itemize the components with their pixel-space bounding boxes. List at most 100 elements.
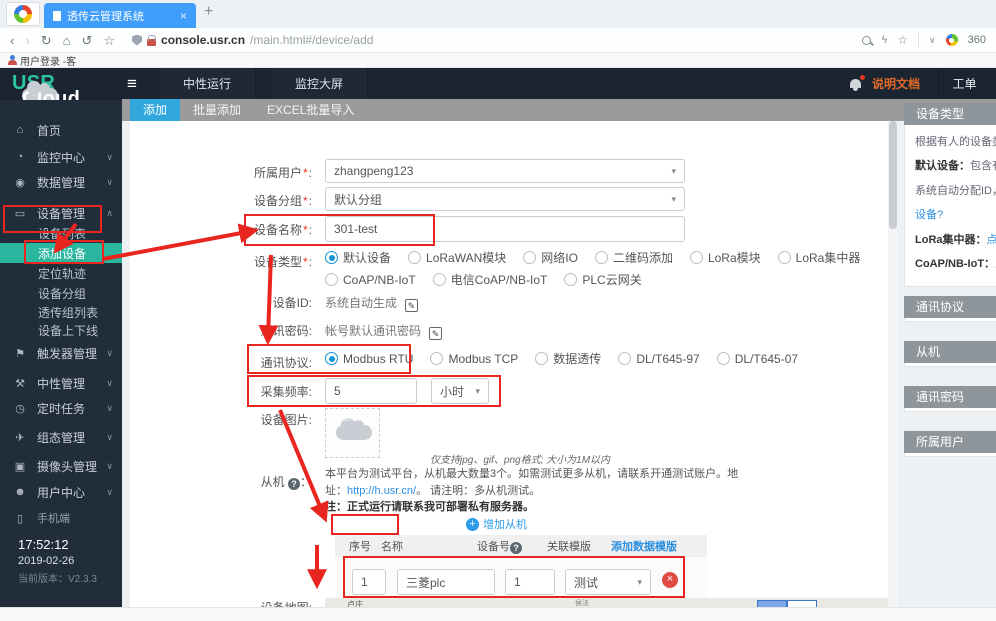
image-upload-box[interactable]: 透传云 [325, 408, 380, 458]
radio-telecom-coap-nbiot[interactable]: 电信CoAP/NB-IoT [433, 271, 548, 288]
sidebar-item-passthrough-group-list[interactable]: 透传组列表 [0, 302, 122, 322]
map-satellite-button[interactable] [787, 600, 817, 607]
undo-icon[interactable]: ↺ [81, 34, 92, 47]
sidebar-item-neutral-management[interactable]: ⚒中性管理∨ [0, 372, 122, 394]
freq-unit-select[interactable]: 小时▾ [431, 378, 489, 404]
radio-dlt645-07[interactable]: DL/T645-07 [717, 352, 798, 366]
help-icon[interactable]: ? [510, 542, 522, 554]
sidebar-item-device-management[interactable]: ▭设备管理∧ [0, 202, 122, 224]
device-name-input[interactable] [325, 216, 685, 242]
address-bar[interactable]: console.usr.cn/main.html#/device/add [132, 33, 373, 47]
sidebar-item-camera-management[interactable]: ▣摄像头管理∨ [0, 455, 122, 477]
tab-excel-import[interactable]: EXCEL批量导入 [254, 99, 367, 121]
radio-lora-gateway[interactable]: LoRa集中器 [778, 249, 861, 266]
tab-add[interactable]: 添加 [130, 99, 180, 121]
nav-monitor-screen[interactable]: 监控大屏 [270, 68, 368, 100]
radio-lorawan-module[interactable]: LoRaWAN模块 [408, 249, 506, 266]
sidebar-item-monitor-center[interactable]: ◔监控中心∨ [0, 146, 122, 168]
panel-header-device-type[interactable]: 设备类型 [904, 103, 996, 125]
sidebar-item-device-list[interactable]: 设备列表 [0, 223, 122, 243]
collect-freq-input[interactable] [325, 378, 417, 404]
tab-close-icon[interactable]: × [180, 9, 187, 23]
new-tab-button[interactable]: + [204, 3, 213, 21]
bookmark-star-icon[interactable]: ☆ [103, 34, 115, 47]
favorite-star-icon[interactable]: ☆ [897, 33, 908, 47]
help-icon[interactable]: ? [288, 478, 300, 490]
sidebar-item-user-center[interactable]: ☻用户中心∨ [0, 481, 122, 503]
forward-icon[interactable]: › [25, 34, 29, 47]
panel-section-owner[interactable]: 所属用户 [904, 431, 996, 457]
sidebar-item-add-device[interactable]: 添加设备 [0, 243, 122, 263]
sidebar-item-device-online-offline[interactable]: 设备上下线 [0, 320, 122, 340]
sidebar-item-device-group[interactable]: 设备分组 [0, 283, 122, 303]
menu-toggle-icon[interactable]: ≡ [127, 74, 137, 94]
delete-slave-button[interactable]: × [662, 572, 678, 588]
refresh-icon[interactable]: ↻ [41, 34, 52, 47]
lightning-icon[interactable]: ϟ [881, 34, 887, 46]
select-arrow-icon: ▾ [671, 194, 676, 205]
panel-section-comm-password[interactable]: 通讯密码 [904, 386, 996, 412]
bookmark-item[interactable]: 用户登录 -客 [20, 53, 76, 68]
search-360-label[interactable]: 360 [968, 34, 986, 46]
device-type-options-row1: 默认设备 LoRaWAN模块 网络IO 二维码添加 LoRa模块 LoRa集中器 [325, 249, 877, 266]
radio-network-io[interactable]: 网络IO [523, 249, 578, 266]
radio-lora-module[interactable]: LoRa模块 [690, 249, 761, 266]
sidebar-item-data-management[interactable]: ◉数据管理∨ [0, 171, 122, 193]
radio-coap-nbiot[interactable]: CoAP/NB-IoT [325, 273, 416, 287]
sidebar-subitem-label: 设备列表 [38, 225, 86, 242]
monitor-icon: ◔ [13, 151, 27, 163]
radio-default-device[interactable]: 默认设备 [325, 249, 391, 266]
page-icon [53, 11, 61, 21]
device-id-value: 系统自动生成✎ [325, 294, 418, 312]
sidebar-item-home[interactable]: ⌂首页 [0, 119, 122, 141]
sidebar-item-scheduled-tasks[interactable]: ◷定时任务∨ [0, 397, 122, 419]
slave-device-no-input[interactable] [505, 569, 555, 595]
slave-index-input[interactable] [352, 569, 386, 595]
radio-modbus-tcp[interactable]: Modbus TCP [430, 352, 518, 366]
panel-section-protocol[interactable]: 通讯协议 [904, 296, 996, 322]
panel-section-slave[interactable]: 从机 [904, 341, 996, 367]
radio-data-passthrough[interactable]: 数据透传 [535, 350, 601, 367]
vertical-scrollbar[interactable] [888, 121, 898, 607]
radio-plc-cloud-gateway[interactable]: PLC云网关 [564, 271, 641, 288]
nav-neutral-run[interactable]: 中性运行 [158, 68, 256, 100]
help-line: 设备? [915, 208, 996, 223]
home-icon[interactable]: ⌂ [63, 34, 71, 47]
radio-modbus-rtu[interactable]: Modbus RTU [325, 352, 413, 366]
owner-select[interactable]: zhangpeng123▾ [325, 159, 685, 183]
sidebar-item-mobile[interactable]: ▯手机端 [0, 507, 122, 529]
clock-icon: ◷ [13, 402, 27, 415]
radio-qrcode-add[interactable]: 二维码添加 [595, 249, 673, 266]
bell-icon[interactable] [850, 79, 861, 88]
urlbar-actions: ϟ ☆ ∨ 360 [862, 33, 986, 47]
slave-name-input[interactable] [397, 569, 495, 595]
search-icon[interactable] [862, 36, 871, 45]
slave-template-select[interactable]: 测试▾ [565, 569, 651, 595]
device-map[interactable]: 卢庄 侯法 [325, 598, 888, 607]
sidebar-item-configuration-management[interactable]: ✈组态管理∨ [0, 426, 122, 448]
lora-help-link[interactable]: 点击查看 [987, 234, 996, 246]
device-help-link[interactable]: 设备? [915, 209, 943, 221]
map-type-button[interactable] [757, 600, 787, 607]
browser-tab[interactable]: 透传云管理系统 × [44, 3, 196, 28]
chevron-down-icon[interactable]: ∨ [929, 35, 936, 46]
radio-icon [408, 251, 421, 264]
browser-360-logo[interactable] [6, 2, 40, 26]
docs-link[interactable]: 说明文档 [872, 68, 920, 100]
sidebar-item-location-track[interactable]: 定位轨迹 [0, 263, 122, 283]
protocol-label: 通讯协议: [130, 354, 312, 371]
sidebar-item-trigger-management[interactable]: ⚑触发器管理∨ [0, 342, 122, 364]
edit-icon[interactable]: ✎ [405, 299, 418, 312]
tab-batch-add[interactable]: 批量添加 [180, 99, 254, 121]
scrollbar-thumb[interactable] [889, 121, 897, 229]
edit-icon[interactable]: ✎ [429, 327, 442, 340]
back-icon[interactable]: ‹ [10, 34, 14, 47]
app-logo: USRCloud [12, 72, 55, 95]
add-slave-button[interactable]: +增加从机 [466, 516, 527, 532]
add-data-template-link[interactable]: 添加数据模版 [611, 538, 677, 554]
group-select[interactable]: 默认分组▾ [325, 187, 685, 211]
slave-test-link[interactable]: http://h.usr.cn/ [347, 485, 416, 497]
radio-dlt645-97[interactable]: DL/T645-97 [618, 352, 699, 366]
work-order-link[interactable]: 工单 [938, 68, 990, 100]
slave-template-value: 测试 [574, 574, 598, 591]
